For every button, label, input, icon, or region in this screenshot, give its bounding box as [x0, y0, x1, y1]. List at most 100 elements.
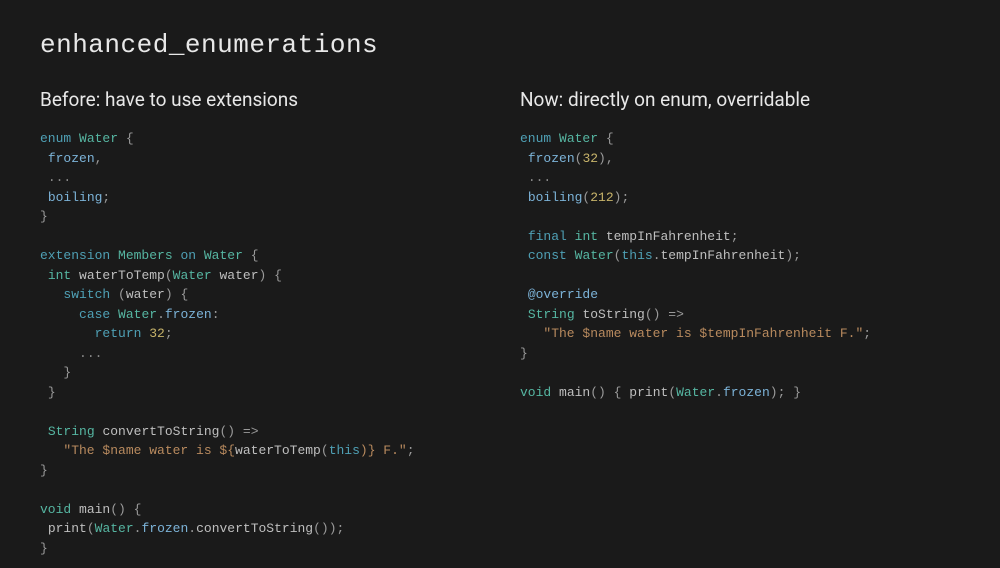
semicolon: ; — [102, 190, 110, 205]
type-int: int — [48, 268, 71, 283]
parens: () — [590, 385, 606, 400]
semicolon: ; — [621, 190, 629, 205]
semicolon: ; — [778, 385, 786, 400]
fn-main: main — [559, 385, 590, 400]
semicolon: ; — [863, 326, 871, 341]
brace-open: { — [251, 248, 259, 263]
keyword-enum: enum — [40, 131, 71, 146]
arrow: => — [243, 424, 259, 439]
brace-close: } — [63, 365, 71, 380]
brace-open: { — [126, 131, 134, 146]
paren-close: ) — [785, 248, 793, 263]
literal-212: 212 — [590, 190, 613, 205]
paren-open: ( — [321, 443, 329, 458]
now-code-block: enum Water { frozen(32), ... boiling(212… — [520, 129, 960, 402]
semicolon: ; — [165, 326, 173, 341]
member-frozen: frozen — [141, 521, 188, 536]
enum-member-frozen: frozen — [528, 151, 575, 166]
keyword-const: const — [528, 248, 567, 263]
dot: . — [157, 307, 165, 322]
keyword-this: this — [329, 443, 360, 458]
dot: . — [188, 521, 196, 536]
ellipsis: ... — [528, 170, 551, 185]
comma: , — [606, 151, 614, 166]
param-water: water — [220, 268, 259, 283]
paren-open: ( — [165, 268, 173, 283]
keyword-switch: switch — [63, 287, 110, 302]
brace-open: { — [180, 287, 188, 302]
string-literal: "The $name water is $tempInFahrenheit F.… — [543, 326, 863, 341]
field-tempinfahrenheit: tempInFahrenheit — [661, 248, 786, 263]
keyword-enum: enum — [520, 131, 551, 146]
before-column: Before: have to use extensions enum Wate… — [40, 88, 480, 558]
call-watertotemp: waterToTemp — [235, 443, 321, 458]
comma: , — [95, 151, 103, 166]
fn-converttostring: convertToString — [102, 424, 219, 439]
brace-close: } — [40, 541, 48, 556]
type-water: Water — [173, 268, 212, 283]
type-water: Water — [95, 521, 134, 536]
id-water: water — [126, 287, 165, 302]
paren-open: ( — [668, 385, 676, 400]
colon: : — [212, 307, 220, 322]
type-string: String — [528, 307, 575, 322]
type-void: void — [520, 385, 551, 400]
semicolon: ; — [407, 443, 415, 458]
call-converttostring: convertToString — [196, 521, 313, 536]
keyword-case: case — [79, 307, 110, 322]
paren-close: ) — [259, 268, 267, 283]
paren-open: ( — [87, 521, 95, 536]
parens: () — [313, 521, 329, 536]
brace-open: { — [614, 385, 622, 400]
keyword-extension: extension — [40, 248, 110, 263]
type-water: Water — [676, 385, 715, 400]
keyword-return: return — [95, 326, 142, 341]
parens: () — [110, 502, 126, 517]
semicolon: ; — [731, 229, 739, 244]
brace-close: } — [793, 385, 801, 400]
dot: . — [715, 385, 723, 400]
field-tempinfahrenheit: tempInFahrenheit — [606, 229, 731, 244]
type-int: int — [575, 229, 598, 244]
literal-32: 32 — [149, 326, 165, 341]
type-water: Water — [559, 131, 598, 146]
type-water: Water — [79, 131, 118, 146]
columns-container: Before: have to use extensions enum Wate… — [40, 88, 960, 558]
string-literal: )} F." — [360, 443, 407, 458]
dot: . — [653, 248, 661, 263]
brace-close: } — [48, 385, 56, 400]
enum-member-boiling: boiling — [48, 190, 103, 205]
enum-member-frozen: frozen — [48, 151, 95, 166]
type-void: void — [40, 502, 71, 517]
member-frozen: frozen — [723, 385, 770, 400]
paren-close: ) — [329, 521, 337, 536]
fn-print: print — [629, 385, 668, 400]
type-string: String — [48, 424, 95, 439]
keyword-on: on — [180, 248, 196, 263]
brace-close: } — [40, 463, 48, 478]
type-members: Members — [118, 248, 173, 263]
brace-close: } — [40, 209, 48, 224]
now-heading: Now: directly on enum, overridable — [520, 88, 960, 111]
fn-tostring: toString — [582, 307, 644, 322]
page-title: enhanced_enumerations — [40, 30, 960, 60]
paren-close: ) — [165, 287, 173, 302]
now-column: Now: directly on enum, overridable enum … — [520, 88, 960, 558]
annotation-override: @override — [528, 287, 598, 302]
fn-print: print — [48, 521, 87, 536]
semicolon: ; — [793, 248, 801, 263]
keyword-this: this — [621, 248, 652, 263]
paren-close: ) — [598, 151, 606, 166]
brace-open: { — [274, 268, 282, 283]
enum-member-boiling: boiling — [528, 190, 583, 205]
semicolon: ; — [337, 521, 345, 536]
parens: () — [219, 424, 235, 439]
string-literal: "The $name water is ${ — [63, 443, 235, 458]
parens: () — [645, 307, 661, 322]
arrow: => — [668, 307, 684, 322]
paren-open: ( — [118, 287, 126, 302]
keyword-final: final — [528, 229, 567, 244]
before-code-block: enum Water { frozen, ... boiling; } exte… — [40, 129, 480, 558]
brace-close: } — [520, 346, 528, 361]
type-water: Water — [204, 248, 243, 263]
